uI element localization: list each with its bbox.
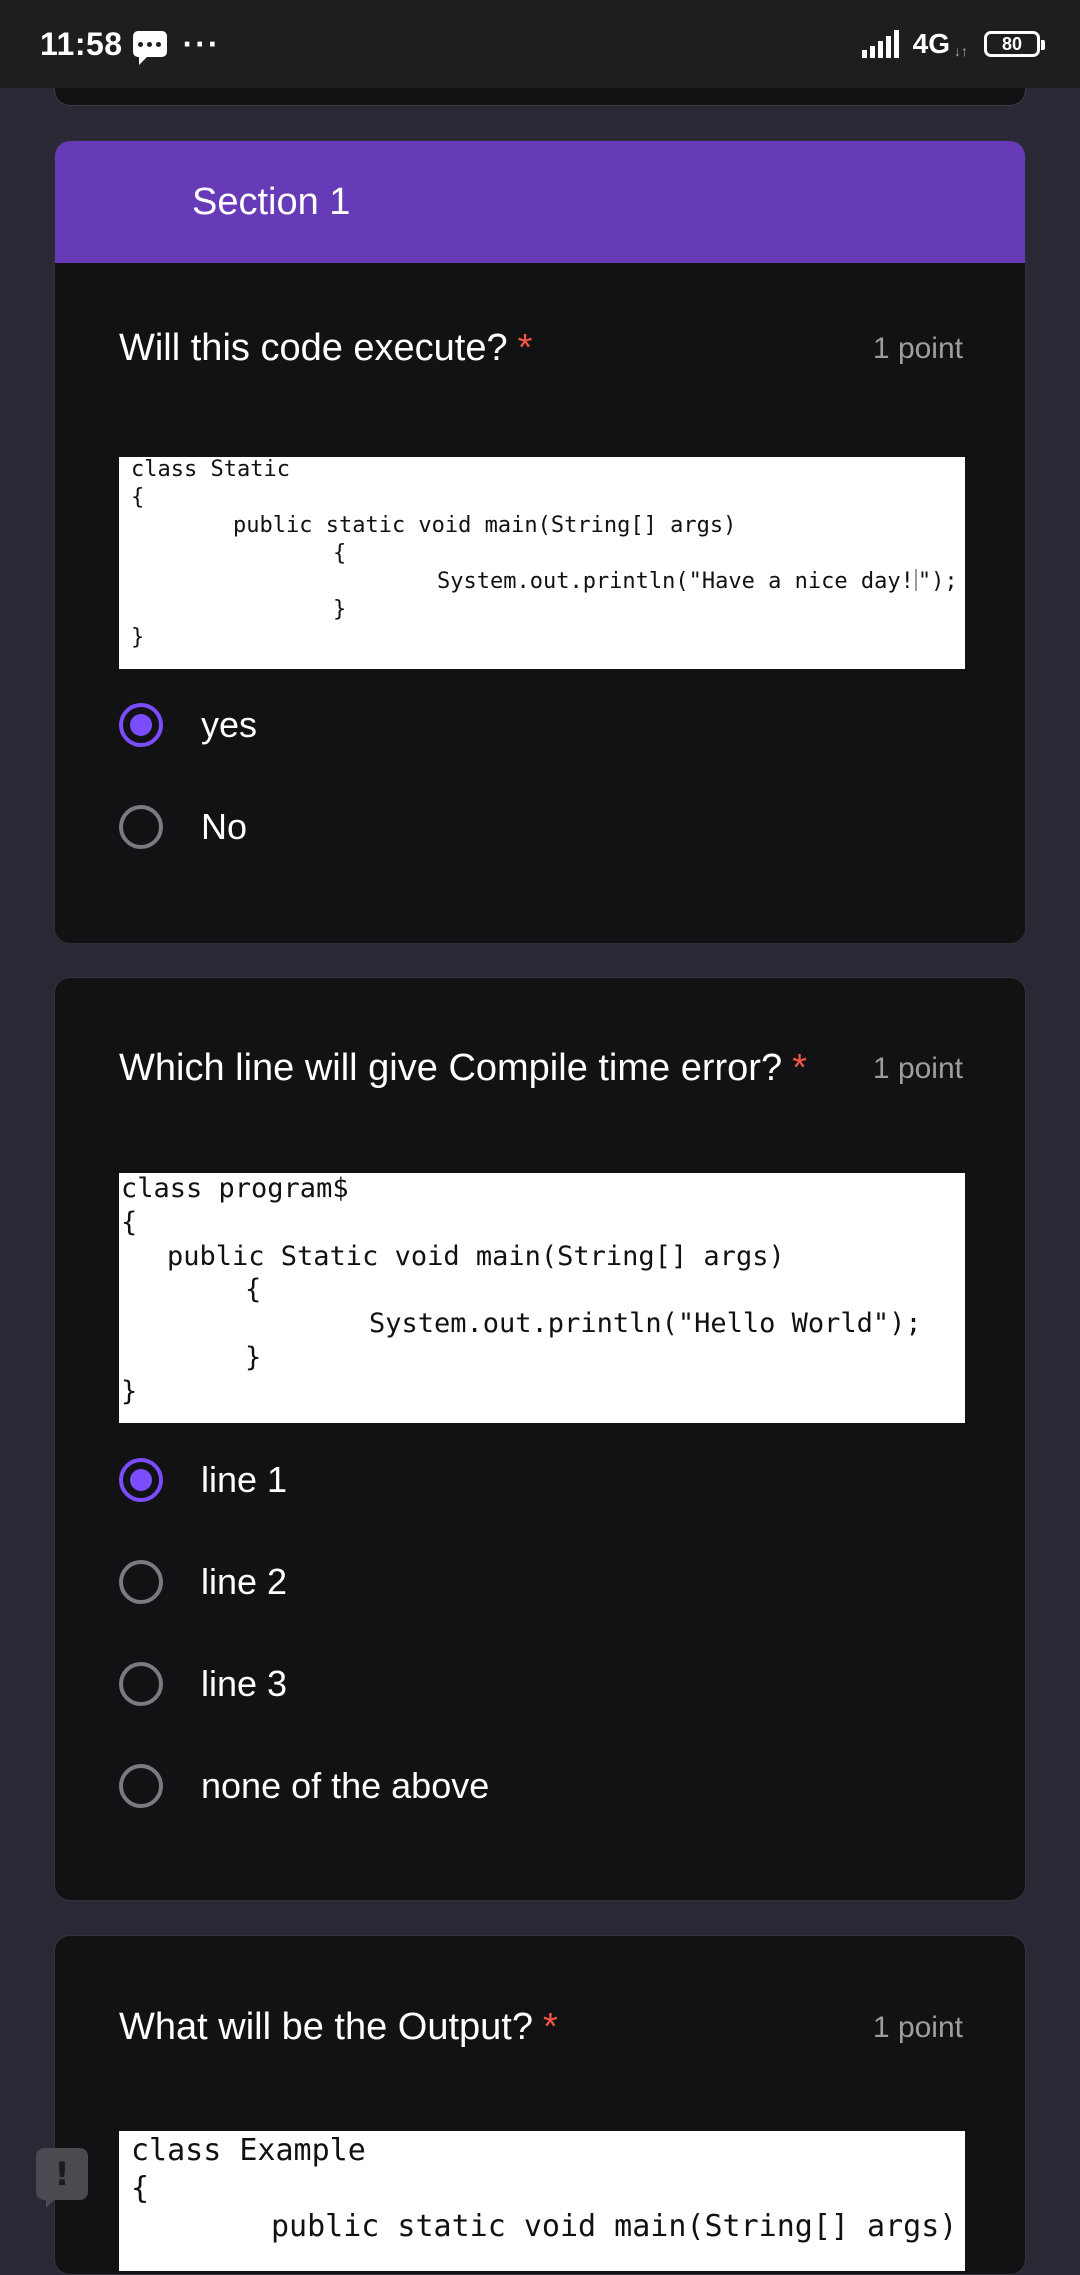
required-indicator: * — [543, 2006, 558, 2048]
code-line: class program$ — [121, 1173, 349, 1204]
status-time: 11:58 — [40, 25, 123, 62]
code-line: } — [131, 625, 145, 650]
signal-icon — [861, 30, 899, 58]
feedback-icon: ! — [54, 2155, 70, 2193]
status-bar: 11:58 ··· 4G ↓↑ 80 — [0, 0, 1080, 88]
code-line: { — [245, 1274, 262, 1305]
data-activity-icon: ↓↑ — [954, 43, 968, 59]
code-text: "); — [917, 569, 958, 594]
radio-button[interactable] — [119, 1560, 163, 1604]
radio-button[interactable] — [119, 703, 163, 747]
option-label: line 1 — [201, 1459, 288, 1500]
question-header: Which line will give Compile time error?… — [119, 1047, 963, 1090]
required-indicator: * — [792, 1047, 807, 1089]
radio-selected-dot — [130, 714, 152, 736]
option-no[interactable]: No — [119, 805, 247, 849]
question-points: 1 point — [872, 331, 963, 365]
code-line: } — [245, 1342, 262, 1373]
code-line: class Example — [131, 2133, 366, 2168]
code-line: { — [131, 485, 145, 510]
text-cursor — [914, 569, 917, 591]
question-title: Will this code execute? — [119, 327, 508, 369]
network-type: 4G — [912, 28, 950, 59]
message-icon — [132, 31, 167, 65]
option-none-of-the-above[interactable]: none of the above — [119, 1764, 489, 1808]
section-header: Section 1 — [55, 141, 1025, 263]
radio-button[interactable] — [119, 805, 163, 849]
code-line: } — [333, 597, 347, 622]
radio-button[interactable] — [119, 1662, 163, 1706]
required-indicator: * — [517, 327, 533, 369]
section-card: Section 1 Will this code execute? * 1 po… — [54, 140, 1026, 944]
code-line: public static void main(String[] args) — [233, 513, 737, 538]
code-line: public Static void main(String[] args) — [167, 1241, 785, 1272]
question-points: 1 point — [872, 1051, 963, 1085]
code-text: System.out.println("Have a nice day! — [437, 569, 914, 594]
code-image: class Static { public static void main(S… — [119, 457, 965, 669]
section-title: Section 1 — [192, 180, 351, 223]
question-title: What will be the Output? — [119, 2006, 533, 2048]
question-header: What will be the Output? * 1 point — [119, 2006, 963, 2049]
option-yes[interactable]: yes — [119, 703, 257, 747]
option-label: line 3 — [201, 1663, 288, 1704]
more-notifications-icon: ··· — [182, 26, 221, 62]
radio-button[interactable] — [119, 1764, 163, 1808]
question-title: Which line will give Compile time error? — [119, 1047, 783, 1089]
code-line: class Static — [131, 457, 290, 482]
question-card: Which line will give Compile time error?… — [54, 977, 1026, 1901]
code-line: System.out.println("Have a nice day! "); — [437, 569, 958, 594]
option-line-2[interactable]: line 2 — [119, 1560, 287, 1604]
status-indicators: 4G ↓↑ 80 — [861, 28, 1045, 60]
option-label: line 2 — [201, 1561, 288, 1602]
code-line: } — [121, 1376, 138, 1407]
option-label: yes — [201, 704, 258, 745]
code-image: class Example { public static void main(… — [119, 2131, 965, 2271]
radio-button[interactable] — [119, 1458, 163, 1502]
option-line-1[interactable]: line 1 — [119, 1458, 287, 1502]
feedback-button[interactable]: ! — [36, 2148, 88, 2208]
option-label: none of the above — [201, 1765, 490, 1806]
option-label: No — [201, 806, 248, 847]
radio-selected-dot — [130, 1469, 152, 1491]
question-points: 1 point — [872, 2010, 963, 2044]
battery-level: 80 — [1001, 33, 1023, 54]
code-image: class program$ { public Static void main… — [119, 1173, 965, 1423]
code-line: { — [333, 541, 347, 566]
option-line-3[interactable]: line 3 — [119, 1662, 287, 1706]
question-card: What will be the Output? * 1 point class… — [54, 1935, 1026, 2275]
code-line: System.out.println("Hello World"); — [369, 1308, 922, 1339]
code-line: { — [131, 2171, 150, 2206]
question-header: Will this code execute? * 1 point — [119, 327, 963, 370]
battery-icon: 80 — [984, 31, 1045, 57]
code-line: public static void main(String[] args) — [271, 2209, 958, 2244]
code-line: { — [121, 1207, 138, 1238]
